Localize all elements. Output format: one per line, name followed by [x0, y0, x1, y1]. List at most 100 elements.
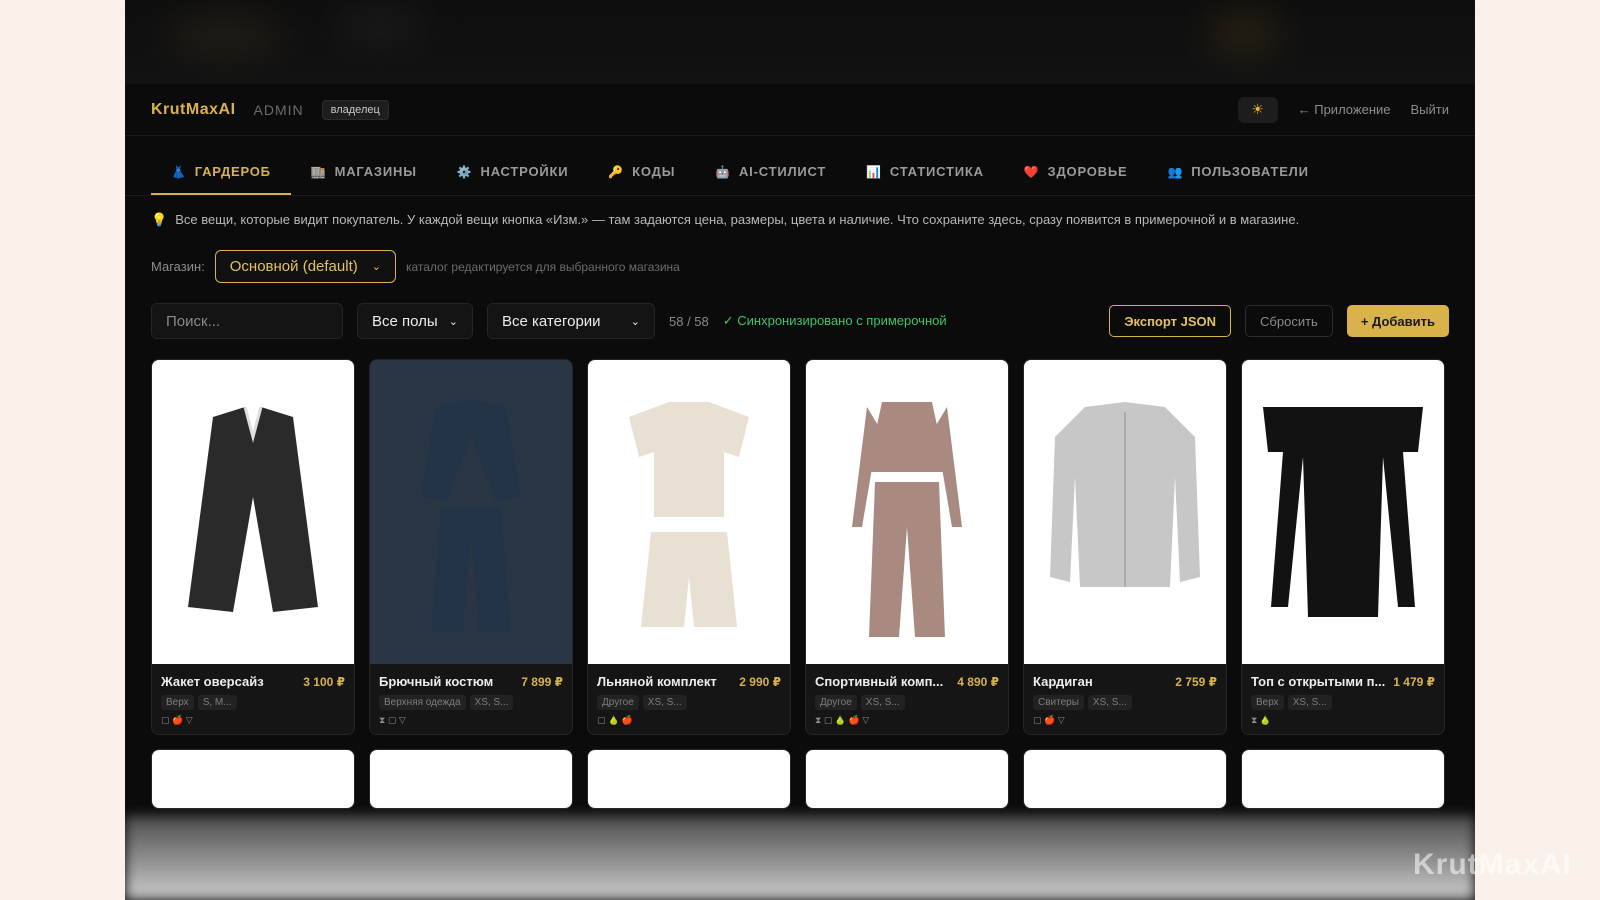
- hanger-icon: 👗: [171, 164, 187, 179]
- product-image[interactable]: [370, 360, 572, 664]
- product-name: Брючный костюм: [379, 674, 494, 689]
- product-image[interactable]: [588, 360, 790, 664]
- product-card[interactable]: Кардиган 2 759 ₽ Свитеры XS, S... ▢ 🍎 ▽: [1023, 359, 1227, 735]
- tab-label: ЗДОРОВЬЕ: [1047, 164, 1128, 179]
- product-card[interactable]: Брючный костюм 7 899 ₽ Верхняя одежда XS…: [369, 359, 573, 735]
- product-image[interactable]: [370, 750, 572, 808]
- product-info: Жакет оверсайз 3 100 ₽ Верх S, M... ▢ 🍎 …: [152, 664, 354, 726]
- product-card[interactable]: Жакет оверсайз 3 100 ₽ Верх S, M... ▢ 🍎 …: [151, 359, 355, 735]
- product-card[interactable]: [369, 749, 573, 809]
- product-name: Льняной комплект: [597, 674, 717, 689]
- gender-select[interactable]: Все полы ⌄: [357, 303, 473, 339]
- back-to-app-link[interactable]: ← Приложение: [1298, 102, 1391, 117]
- sync-status: ✓ Синхронизировано с примерочной: [722, 313, 947, 328]
- tab-6[interactable]: ❤️ ЗДОРОВЬЕ: [1004, 164, 1148, 195]
- heart-icon: ❤️: [1023, 164, 1040, 179]
- items-count: 58 / 58: [669, 313, 709, 329]
- tab-3[interactable]: 🔑 КОДЫ: [588, 164, 695, 195]
- role-badge: владелец: [321, 99, 389, 120]
- product-image[interactable]: [588, 750, 790, 808]
- store-select-value: Основной (default): [229, 258, 358, 275]
- product-card[interactable]: Спортивный комп... 4 890 ₽ Другое XS, S.…: [805, 359, 1009, 735]
- product-image[interactable]: [152, 360, 354, 664]
- tab-4[interactable]: 🤖 AI-СТИЛИСТ: [695, 164, 846, 195]
- hint-text: Все вещи, которые видит покупатель. У ка…: [175, 212, 1300, 227]
- product-price: 4 890 ₽: [957, 675, 999, 689]
- store-row: Магазин: Основной (default) ⌄ каталог ре…: [125, 228, 1475, 283]
- product-info: Спортивный комп... 4 890 ₽ Другое XS, S.…: [806, 664, 1008, 726]
- wardrobe-hint: 💡 Все вещи, которые видит покупатель. У …: [125, 196, 1475, 228]
- tab-5[interactable]: 📊 СТАТИСТИКА: [846, 164, 1004, 195]
- tab-label: AI-СТИЛИСТ: [738, 164, 827, 179]
- product-card[interactable]: [1241, 749, 1445, 809]
- tab-label: ПОЛЬЗОВАТЕЛИ: [1191, 164, 1309, 179]
- product-image[interactable]: [152, 750, 354, 808]
- product-image[interactable]: [1242, 750, 1444, 808]
- bottom-blur: [125, 816, 1475, 900]
- product-card[interactable]: [587, 749, 791, 809]
- product-name: Кардиган: [1033, 674, 1093, 689]
- product-info: Кардиган 2 759 ₽ Свитеры XS, S... ▢ 🍎 ▽: [1024, 664, 1226, 726]
- product-price: 3 100 ₽: [303, 675, 345, 689]
- tab-1[interactable]: 🏬 МАГАЗИНЫ: [291, 164, 437, 195]
- garment-image: [421, 399, 521, 632]
- sizes-tag: XS, S...: [860, 695, 905, 710]
- gear-icon: ⚙️: [456, 164, 473, 179]
- product-info: Льняной комплект 2 990 ₽ Другое XS, S...…: [588, 664, 790, 726]
- product-card[interactable]: [805, 749, 1009, 809]
- theme-toggle-button[interactable]: ☀: [1237, 96, 1278, 123]
- category-tag: Свитеры: [1033, 695, 1084, 710]
- body-type-marks: ⧗ 🍐: [1251, 715, 1272, 725]
- garment-image: [1263, 407, 1423, 617]
- tab-0[interactable]: 👗 ГАРДЕРОБ: [151, 164, 291, 195]
- product-price: 2 990 ₽: [739, 675, 781, 689]
- search-input[interactable]: [151, 303, 343, 339]
- gender-select-value: Все полы: [372, 312, 438, 330]
- product-card[interactable]: [1023, 749, 1227, 809]
- garment-image: [629, 402, 749, 627]
- catalog-toolbar: Все полы ⌄ Все категории ⌄ 58 / 58 ✓ Син…: [125, 283, 1475, 339]
- category-tag: Другое: [597, 695, 639, 710]
- product-info: Топ с открытыми п... 1 479 ₽ Верх XS, S.…: [1242, 664, 1444, 726]
- tab-2[interactable]: ⚙️ НАСТРОЙКИ: [437, 164, 589, 195]
- key-icon: 🔑: [608, 164, 625, 179]
- body-type-marks: ▢ 🍐 🍎: [597, 715, 633, 725]
- garment-image: [852, 402, 962, 637]
- wardrobe-grid-row-2: [125, 735, 1475, 809]
- product-image[interactable]: [1024, 360, 1226, 664]
- export-json-button[interactable]: Экспорт JSON: [1109, 305, 1232, 337]
- chevron-down-icon: ⌄: [630, 315, 640, 328]
- store-label: Магазин:: [151, 259, 205, 274]
- chart-icon: 📊: [866, 164, 882, 179]
- product-name: Спортивный комп...: [815, 674, 944, 689]
- product-image[interactable]: [1242, 360, 1444, 664]
- product-name: Топ с открытыми п...: [1251, 674, 1386, 689]
- admin-tabs: 👗 ГАРДЕРОБ 🏬 МАГАЗИНЫ ⚙️ НАСТРОЙКИ 🔑 КОДЫ 🤖 AI-СТ…: [125, 136, 1475, 196]
- tab-label: НАСТРОЙКИ: [480, 164, 569, 179]
- lightbulb-icon: 💡: [151, 212, 168, 227]
- store-select[interactable]: Основной (default) ⌄: [214, 250, 396, 283]
- wardrobe-grid: Жакет оверсайз 3 100 ₽ Верх S, M... ▢ 🍎 …: [125, 339, 1475, 735]
- product-card[interactable]: Льняной комплект 2 990 ₽ Другое XS, S...…: [587, 359, 791, 735]
- logout-link[interactable]: Выйти: [1411, 102, 1450, 117]
- product-image[interactable]: [806, 750, 1008, 808]
- product-card[interactable]: Топ с открытыми п... 1 479 ₽ Верх XS, S.…: [1241, 359, 1445, 735]
- category-select-value: Все категории: [502, 312, 601, 330]
- product-card[interactable]: [151, 749, 355, 809]
- product-image[interactable]: [1024, 750, 1226, 808]
- tab-label: СТАТИСТИКА: [889, 164, 984, 179]
- store-note: каталог редактируется для выбранного маг…: [405, 259, 680, 274]
- app-logo[interactable]: KrutMaxAI: [151, 101, 236, 119]
- admin-label: ADMIN: [253, 101, 304, 118]
- category-select[interactable]: Все категории ⌄: [487, 303, 655, 339]
- sizes-tag: S, M...: [197, 695, 237, 710]
- sun-icon: ☀: [1251, 101, 1264, 117]
- reset-button[interactable]: Сбросить: [1245, 305, 1333, 337]
- store-icon: 🏬: [310, 164, 327, 179]
- product-price: 2 759 ₽: [1175, 675, 1217, 689]
- product-image[interactable]: [806, 360, 1008, 664]
- watermark: KrutMaxAI: [1412, 848, 1572, 881]
- product-info: Брючный костюм 7 899 ₽ Верхняя одежда XS…: [370, 664, 572, 726]
- add-item-button[interactable]: + Добавить: [1346, 305, 1449, 337]
- tab-7[interactable]: 👥 ПОЛЬЗОВАТЕЛИ: [1147, 164, 1328, 195]
